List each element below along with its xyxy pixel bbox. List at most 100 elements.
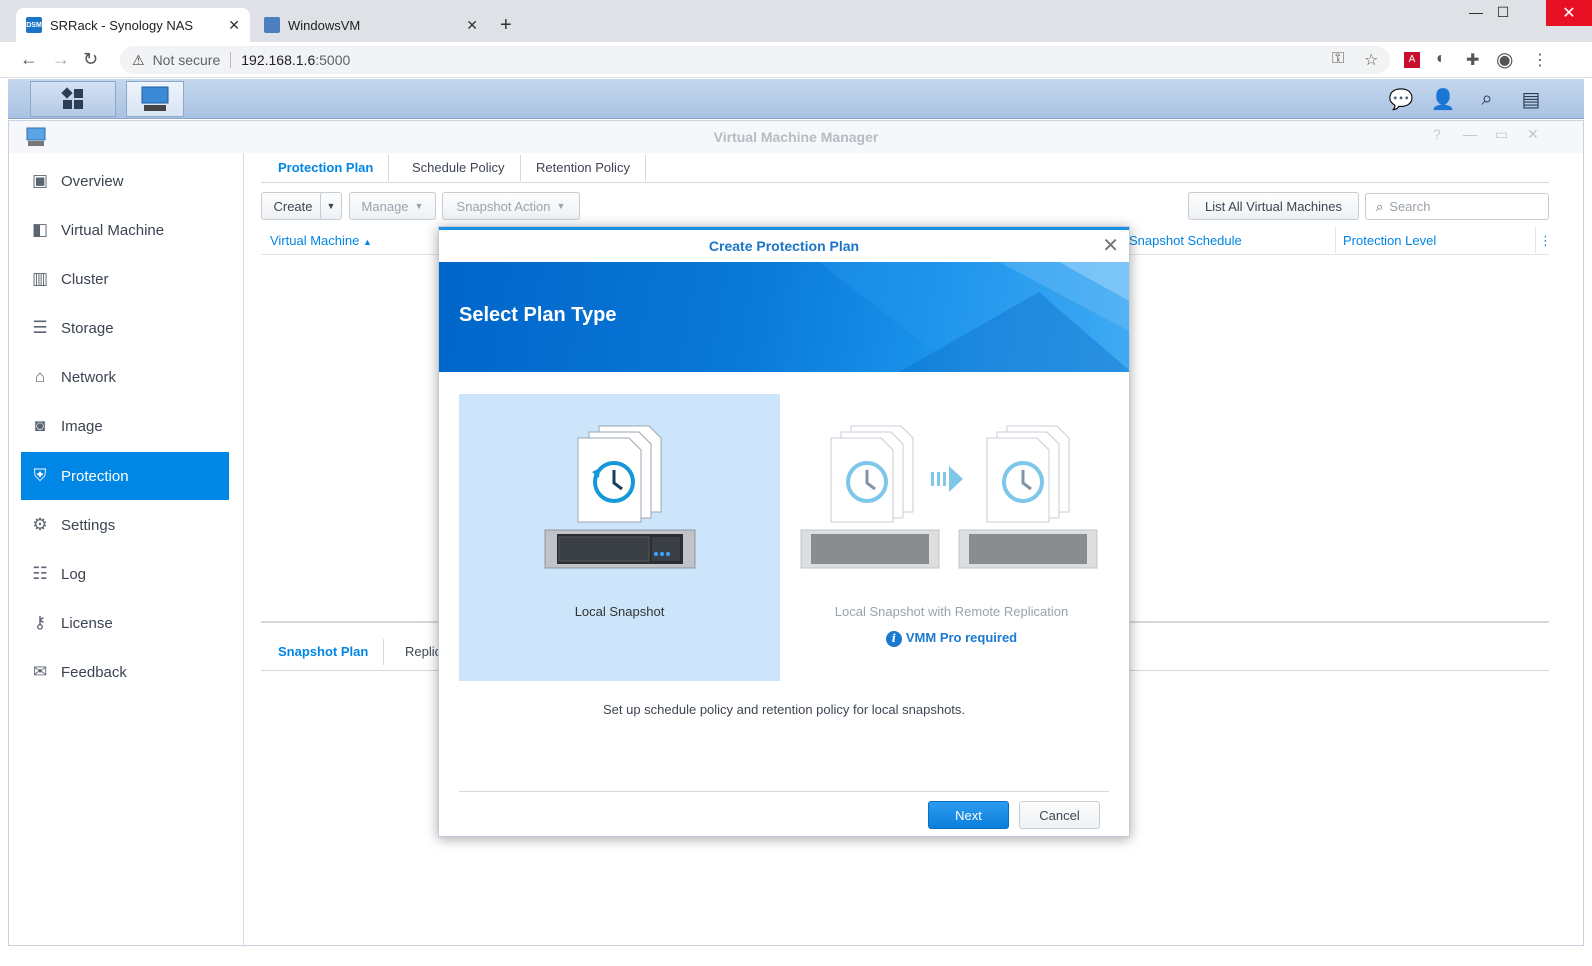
create-button-label: Create bbox=[273, 198, 313, 214]
protection-icon: ⛨ bbox=[33, 466, 47, 485]
sidebar-item-overview[interactable]: ▣ Overview bbox=[21, 157, 229, 205]
key-icon[interactable]: ⚿ bbox=[1332, 50, 1344, 68]
browser-tab-title: WindowsVM bbox=[288, 17, 361, 33]
sidebar-item-label: Image bbox=[61, 417, 103, 435]
reload-icon[interactable]: ↻ bbox=[83, 49, 98, 70]
browser-tab-title: SRRack - Synology NAS bbox=[50, 17, 194, 33]
browser-tab-windowsvm[interactable]: WindowsVM ✕ bbox=[254, 8, 488, 42]
gear-icon: ⚙ bbox=[32, 515, 48, 534]
log-icon: ☷ bbox=[32, 564, 48, 583]
dsm-taskbar: 💬 👤 ⌕ ▤ bbox=[8, 79, 1584, 119]
extension-circle-icon[interactable]: ◐ bbox=[1436, 50, 1446, 68]
maximize-app-icon[interactable]: ▭ bbox=[1495, 126, 1508, 143]
create-protection-plan-dialog: Create Protection Plan ✕ Select Plan Typ… bbox=[438, 226, 1130, 837]
sidebar-item-label: Log bbox=[61, 565, 87, 583]
image-icon: ◙ bbox=[34, 416, 46, 435]
mail-icon: ✉ bbox=[32, 662, 48, 681]
create-button[interactable]: Create bbox=[261, 192, 325, 220]
profile-avatar-icon[interactable]: ◉ bbox=[1496, 47, 1513, 72]
list-all-label: List All Virtual Machines bbox=[1204, 198, 1343, 214]
back-icon[interactable]: ← bbox=[20, 49, 38, 70]
tab-retention-policy[interactable]: Retention Policy bbox=[520, 155, 646, 181]
column-protection-level[interactable]: Protection Level bbox=[1343, 233, 1436, 248]
sidebar-item-feedback[interactable]: ✉ Feedback bbox=[21, 648, 229, 696]
browser-tab-synology[interactable]: DSM SRRack - Synology NAS ✕ bbox=[16, 8, 250, 42]
next-button[interactable]: Next bbox=[928, 801, 1009, 829]
address-host: 192.168.1.6 bbox=[241, 52, 316, 68]
sort-asc-icon: ▲ bbox=[363, 237, 372, 247]
overview-icon: ▣ bbox=[31, 171, 49, 190]
tab-separator bbox=[388, 155, 390, 181]
window-title: Virtual Machine Manager bbox=[9, 121, 1583, 153]
plan-description: Set up schedule policy and retention pol… bbox=[602, 702, 966, 717]
tab-protection-plan[interactable]: Protection Plan bbox=[262, 155, 390, 181]
close-app-icon[interactable]: ✕ bbox=[1527, 126, 1539, 143]
sidebar-item-image[interactable]: ◙ Image bbox=[21, 402, 229, 450]
column-virtual-machine[interactable]: Virtual Machine ▲ bbox=[270, 233, 372, 248]
option-remote-replication[interactable]: Local Snapshot with Remote Replication i… bbox=[791, 394, 1112, 681]
create-dropdown-button[interactable]: ▼ bbox=[320, 192, 342, 220]
extensions-puzzle-icon[interactable]: ✚ bbox=[1466, 50, 1479, 70]
dialog-footer-divider bbox=[459, 791, 1109, 792]
column-snapshot-schedule[interactable]: Snapshot Schedule bbox=[1129, 233, 1242, 248]
tab-label: Retention Policy bbox=[536, 160, 630, 175]
pdf-extension-icon[interactable]: A bbox=[1404, 52, 1420, 68]
sidebar-item-cluster[interactable]: ▥ Cluster bbox=[21, 255, 229, 303]
bookmark-star-icon[interactable]: ☆ bbox=[1364, 50, 1378, 70]
sidebar-item-network[interactable]: ⌂ Network bbox=[21, 353, 229, 401]
sidebar-item-protection[interactable]: ⛨ Protection bbox=[21, 452, 229, 500]
menu-kebab-icon[interactable]: ⋮ bbox=[1532, 50, 1548, 70]
option-local-snapshot[interactable]: Local Snapshot bbox=[459, 394, 780, 681]
remote-replication-illustration bbox=[800, 425, 1098, 569]
cancel-button[interactable]: Cancel bbox=[1019, 801, 1100, 829]
column-options-icon[interactable]: ⋮ bbox=[1539, 233, 1552, 249]
snapshot-action-button[interactable]: Snapshot Action ▼ bbox=[442, 192, 580, 220]
close-dialog-icon[interactable]: ✕ bbox=[1102, 233, 1119, 258]
vmm-window-icon bbox=[26, 127, 46, 146]
address-bar[interactable]: ⚠ Not secure 192.168.1.6:5000 bbox=[120, 46, 1390, 74]
sidebar-item-label: Overview bbox=[61, 172, 124, 190]
column-label: Virtual Machine bbox=[270, 233, 360, 248]
minimize-app-icon[interactable]: — bbox=[1463, 126, 1477, 142]
minimize-window-icon[interactable]: — bbox=[1461, 4, 1491, 20]
maximize-window-icon[interactable]: ☐ bbox=[1488, 4, 1518, 21]
dialog-title: Create Protection Plan bbox=[439, 227, 1129, 262]
column-divider bbox=[1335, 227, 1336, 253]
close-window-icon[interactable]: ✕ bbox=[1546, 0, 1592, 26]
main-menu-button[interactable] bbox=[30, 81, 116, 117]
browser-toolbar: ← → ↻ ⚠ Not secure 192.168.1.6:5000 ⚿ ☆ … bbox=[0, 42, 1592, 78]
chevron-down-icon: ▼ bbox=[556, 201, 566, 211]
dialog-heading: Select Plan Type bbox=[459, 304, 617, 326]
option-label: Local Snapshot bbox=[574, 604, 665, 619]
warning-icon: ⚠ bbox=[132, 51, 145, 68]
search-icon: ⌕ bbox=[1376, 198, 1384, 214]
vm-favicon-icon bbox=[264, 17, 280, 33]
chat-icon[interactable]: 💬 bbox=[1386, 85, 1416, 113]
close-tab-icon[interactable]: ✕ bbox=[466, 17, 478, 34]
search-input[interactable]: ⌕ Search bbox=[1365, 193, 1549, 220]
sidebar-item-virtual-machine[interactable]: ◧ Virtual Machine bbox=[21, 206, 229, 254]
not-secure-label: Not secure bbox=[152, 52, 221, 68]
widgets-icon[interactable]: ▤ bbox=[1516, 85, 1546, 113]
manage-button[interactable]: Manage ▼ bbox=[349, 192, 436, 220]
vmm-pro-label: VMM Pro required bbox=[905, 630, 1018, 645]
sidebar-item-settings[interactable]: ⚙ Settings bbox=[21, 501, 229, 549]
tab-snapshot-plan[interactable]: Snapshot Plan bbox=[262, 639, 385, 665]
snapshot-action-label: Snapshot Action bbox=[456, 198, 551, 214]
vmm-pro-note[interactable]: i VMM Pro required bbox=[791, 630, 1112, 647]
new-tab-icon[interactable]: + bbox=[500, 14, 512, 37]
column-divider bbox=[1535, 227, 1536, 253]
sidebar-item-license[interactable]: ⚷ License bbox=[21, 599, 229, 647]
search-icon[interactable]: ⌕ bbox=[1472, 85, 1502, 113]
help-icon[interactable]: ? bbox=[1433, 126, 1441, 142]
close-tab-icon[interactable]: ✕ bbox=[228, 17, 240, 34]
tab-schedule-policy[interactable]: Schedule Policy bbox=[396, 155, 521, 181]
user-icon[interactable]: 👤 bbox=[1428, 85, 1458, 113]
list-all-vms-button[interactable]: List All Virtual Machines bbox=[1188, 192, 1359, 220]
chevron-down-icon: ▼ bbox=[326, 201, 336, 211]
vmm-taskbar-button[interactable] bbox=[126, 81, 184, 117]
sidebar-item-label: Network bbox=[61, 368, 117, 386]
sidebar-item-storage[interactable]: ☰ Storage bbox=[21, 304, 229, 352]
forward-icon[interactable]: → bbox=[52, 49, 70, 70]
sidebar-item-log[interactable]: ☷ Log bbox=[21, 550, 229, 598]
